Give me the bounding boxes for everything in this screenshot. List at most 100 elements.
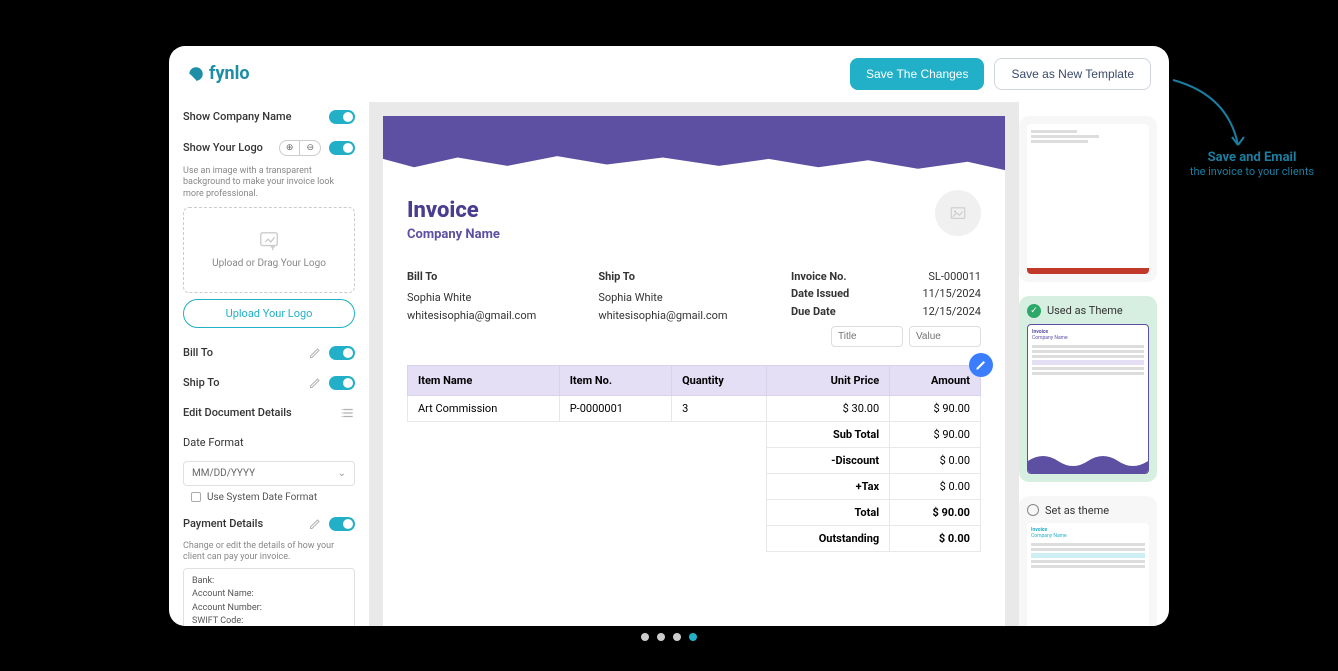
logo-help-text: Use an image with a transparent backgrou… bbox=[183, 166, 355, 201]
cell-quantity: 3 bbox=[672, 396, 767, 422]
total-value: $ 90.00 bbox=[890, 500, 981, 526]
check-icon: ✓ bbox=[1027, 304, 1041, 318]
discount-label: -Discount bbox=[766, 448, 889, 474]
ship-to-name: Sophia White bbox=[598, 289, 789, 307]
doc-company: Company Name bbox=[407, 227, 981, 242]
image-upload-icon bbox=[258, 230, 280, 252]
logo-text: fynlo bbox=[209, 63, 250, 84]
bill-to-label: Bill To bbox=[183, 346, 309, 359]
col-amount: Amount bbox=[890, 366, 981, 396]
payment-body[interactable]: Bank: Account Name: Account Number: SWIF… bbox=[183, 568, 355, 626]
due-date-value: 12/15/2024 bbox=[911, 303, 981, 321]
cell-item-no: P-0000001 bbox=[559, 396, 671, 422]
upload-hint: Upload or Drag Your Logo bbox=[212, 258, 326, 269]
total-label: Total bbox=[766, 500, 889, 526]
invoice-no-label: Invoice No. bbox=[791, 268, 871, 286]
save-template-button[interactable]: Save as New Template bbox=[994, 58, 1151, 90]
image-icon bbox=[949, 204, 967, 222]
logo-dropzone[interactable]: Upload or Drag Your Logo bbox=[183, 207, 355, 293]
carousel-dot[interactable] bbox=[641, 633, 649, 641]
doc-logo-placeholder[interactable] bbox=[935, 190, 981, 236]
payment-details-label: Payment Details bbox=[183, 517, 309, 530]
thumb-preview bbox=[1027, 124, 1149, 274]
template-rail: ✓ Used as Theme Invoice Company Name Set … bbox=[1019, 102, 1169, 626]
cell-price: $ 30.00 bbox=[766, 396, 889, 422]
sidebar: Show Company Name Show Your Logo ⊕⊖ Use … bbox=[169, 102, 369, 626]
table-row: Art Commission P-0000001 3 $ 30.00 $ 90.… bbox=[408, 396, 981, 422]
ship-to-heading: Ship To bbox=[598, 268, 789, 286]
col-unit-price: Unit Price bbox=[766, 366, 889, 396]
edit-doc-label: Edit Document Details bbox=[183, 406, 341, 419]
thumb-preview: Invoice Company Name bbox=[1027, 324, 1149, 474]
edit-icon[interactable] bbox=[309, 347, 321, 359]
edit-icon[interactable] bbox=[309, 377, 321, 389]
logo-icon bbox=[187, 65, 205, 83]
payment-help-text: Change or edit the details of how your c… bbox=[183, 541, 355, 564]
zoom-out-icon[interactable]: ⊖ bbox=[300, 141, 320, 155]
col-item-no: Item No. bbox=[559, 366, 671, 396]
invoice-no-value: SL-000011 bbox=[911, 268, 981, 286]
bill-to-name: Sophia White bbox=[407, 289, 598, 307]
used-theme-label: Used as Theme bbox=[1047, 304, 1123, 317]
cell-item-name: Art Commission bbox=[408, 396, 560, 422]
template-thumb-active[interactable]: ✓ Used as Theme Invoice Company Name bbox=[1019, 296, 1157, 482]
doc-title: Invoice bbox=[407, 198, 981, 223]
bill-to-email: whitesisophia@gmail.com bbox=[407, 307, 598, 325]
tax-value: $ 0.00 bbox=[890, 474, 981, 500]
tax-label: +Tax bbox=[766, 474, 889, 500]
show-logo-toggle[interactable] bbox=[329, 141, 355, 155]
template-thumb[interactable]: Set as theme Invoice Company Name bbox=[1019, 496, 1157, 626]
table-header-row: Item Name Item No. Quantity Unit Price A… bbox=[408, 366, 981, 396]
date-format-label: Date Format bbox=[183, 428, 355, 457]
template-thumb[interactable] bbox=[1019, 116, 1157, 282]
col-item-name: Item Name bbox=[408, 366, 560, 396]
meta-value-input[interactable] bbox=[909, 326, 981, 347]
carousel-dot[interactable] bbox=[657, 633, 665, 641]
logo-zoom-controls[interactable]: ⊕⊖ bbox=[279, 140, 321, 156]
subtotal-value: $ 90.00 bbox=[890, 422, 981, 448]
list-icon[interactable] bbox=[341, 406, 355, 420]
annotation-title: Save and Email bbox=[1182, 150, 1322, 165]
carousel-dot[interactable] bbox=[673, 633, 681, 641]
ship-to-email: whitesisophia@gmail.com bbox=[598, 307, 789, 325]
invoice-document: Invoice Company Name Bill To Sophia Whit… bbox=[383, 116, 1005, 626]
annotation-callout: Save and Email the invoice to your clien… bbox=[1182, 150, 1322, 179]
date-format-select[interactable]: MM/DD/YYYY ⌄ bbox=[183, 461, 355, 486]
show-company-label: Show Company Name bbox=[183, 110, 329, 123]
show-company-toggle[interactable] bbox=[329, 110, 355, 124]
col-quantity: Quantity bbox=[672, 366, 767, 396]
edit-table-button[interactable] bbox=[969, 353, 993, 377]
ship-to-label: Ship To bbox=[183, 376, 309, 389]
items-table: Item Name Item No. Quantity Unit Price A… bbox=[407, 365, 981, 552]
header-wave bbox=[383, 116, 1005, 178]
app-window: fynlo Save The Changes Save as New Templ… bbox=[169, 46, 1169, 626]
bill-to-toggle[interactable] bbox=[329, 346, 355, 360]
zoom-in-icon[interactable]: ⊕ bbox=[280, 141, 301, 155]
edit-icon[interactable] bbox=[309, 518, 321, 530]
thumb-preview: Invoice Company Name bbox=[1027, 523, 1149, 626]
payment-toggle[interactable] bbox=[329, 517, 355, 531]
carousel-dot-active[interactable] bbox=[689, 633, 697, 641]
set-theme-label: Set as theme bbox=[1045, 504, 1109, 517]
radio-icon bbox=[1027, 504, 1039, 516]
upload-logo-button[interactable]: Upload Your Logo bbox=[183, 299, 355, 328]
date-format-value: MM/DD/YYYY bbox=[192, 468, 255, 479]
ship-to-toggle[interactable] bbox=[329, 376, 355, 390]
thumb-wave bbox=[1028, 449, 1148, 473]
bill-to-heading: Bill To bbox=[407, 268, 598, 286]
outstanding-value: $ 0.00 bbox=[890, 526, 981, 552]
date-issued-label: Date Issued bbox=[791, 285, 871, 303]
date-issued-value: 11/15/2024 bbox=[911, 285, 981, 303]
use-system-label: Use System Date Format bbox=[207, 492, 317, 503]
use-system-date-checkbox[interactable] bbox=[191, 492, 201, 502]
save-changes-button[interactable]: Save The Changes bbox=[850, 58, 985, 90]
annotation-subtitle: the invoice to your clients bbox=[1182, 165, 1322, 179]
subtotal-label: Sub Total bbox=[766, 422, 889, 448]
pencil-icon bbox=[975, 359, 987, 371]
outstanding-label: Outstanding bbox=[766, 526, 889, 552]
chevron-down-icon: ⌄ bbox=[338, 468, 346, 479]
meta-title-input[interactable] bbox=[831, 326, 903, 347]
due-date-label: Due Date bbox=[791, 303, 871, 321]
document-canvas: Invoice Company Name Bill To Sophia Whit… bbox=[369, 102, 1019, 626]
show-logo-label: Show Your Logo bbox=[183, 141, 279, 154]
